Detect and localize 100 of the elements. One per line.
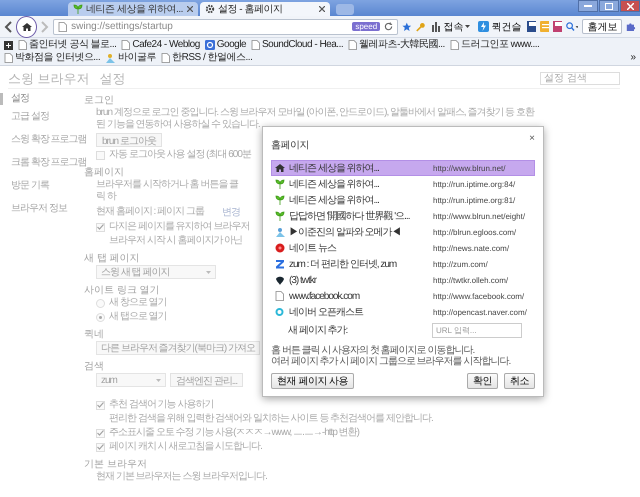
homepage-row[interactable]: 네이트 뉴스 http://news.nate.com/: [271, 240, 535, 256]
maximize-icon: [605, 2, 613, 10]
caret-icon: [206, 270, 211, 274]
google-icon: [204, 40, 215, 50]
caret-icon: [465, 25, 470, 28]
more-bookmarks-button[interactable]: »: [630, 52, 636, 64]
checkbox-label: 다지은 페이지를 유지하여 브라우저: [109, 221, 250, 233]
bookmark-link[interactable]: Cafe24 - Weblog: [121, 39, 200, 51]
homepage-text: 브라우저를 시작하거나 홈 버튼을 클릭 하: [96, 179, 240, 203]
cancel-button[interactable]: 취소: [504, 373, 535, 389]
ring-icon: [275, 307, 285, 317]
menu-button[interactable]: 접속: [429, 20, 472, 34]
bird-icon: [275, 275, 285, 285]
minimize-button[interactable]: [578, 0, 598, 12]
checkbox-label: 페이지 캐치 시 새로고침을 시도합니다.: [109, 441, 262, 453]
brand-title: 스윙 브라우저: [8, 70, 90, 88]
close-button[interactable]: [620, 0, 640, 12]
use-current-page-button[interactable]: 현재 페이지 사용: [271, 373, 354, 389]
sprout-icon: [275, 211, 285, 221]
person-icon: [275, 227, 286, 237]
homepage-row[interactable]: zum : 더 편리한 인터넷, zum http://zum.com/: [271, 256, 535, 272]
star-icon[interactable]: [402, 20, 412, 32]
url-input[interactable]: URL 입력...: [432, 322, 522, 338]
home-icon: [275, 163, 285, 173]
nav-item[interactable]: 설정: [0, 93, 29, 105]
apps-icon[interactable]: [4, 40, 13, 50]
section-title: 검색: [84, 360, 104, 373]
current-homepage-text: 현재 홈페이지 : 페이지 그룹: [96, 206, 204, 218]
page-icon: [251, 40, 260, 50]
puzzle-icon[interactable]: [626, 20, 636, 32]
sprout-icon: [73, 4, 83, 14]
homepage-row[interactable]: www.facebook.com http://www.facebook.com/: [271, 288, 535, 304]
page-icon: [161, 53, 170, 63]
gear-icon: [205, 4, 215, 14]
ok-button[interactable]: 확인: [467, 373, 498, 389]
checkbox[interactable]: [96, 222, 105, 232]
bookmark-link[interactable]: 한RSS / 한얼에스...: [161, 52, 252, 64]
bookmark-link[interactable]: 드러그인포 www....: [450, 39, 540, 51]
dialog-title: 홈페이지: [271, 139, 309, 152]
z-logo-icon: [275, 259, 285, 269]
section-title: 사이트 링크 열기: [84, 284, 160, 297]
bookmark-link[interactable]: 줌인터넷 공식 블로...: [18, 39, 116, 51]
checkbox-label: 추천 검색어 기능 사용하기: [109, 399, 214, 411]
close-icon: [626, 2, 634, 10]
homepage-row[interactable]: 네티즌 세상을 위하여... http://www.blrun.net/: [271, 160, 535, 176]
checkbox[interactable]: [96, 442, 105, 452]
homepage-row[interactable]: ▶이준진의 알파와 오메가◀ http://blrun.egloos.com/: [271, 224, 535, 240]
close-button[interactable]: ×: [529, 133, 535, 144]
section-title: 로그인: [84, 94, 114, 107]
homepage-row[interactable]: 네이버 오픈캐스트 http://opencast.naver.com/: [271, 304, 535, 320]
maximize-button[interactable]: [599, 0, 619, 12]
lightning-icon: [478, 21, 490, 32]
section-title: 기본 브라우저: [84, 458, 147, 471]
browser-tab[interactable]: 네티즌 세상을 위하여...: [68, 2, 198, 16]
close-icon[interactable]: [319, 6, 325, 12]
bookmark-link[interactable]: 바이굴루: [105, 52, 156, 64]
back-button[interactable]: [4, 20, 12, 32]
caret-icon: [156, 378, 161, 382]
page-icon: [58, 22, 68, 32]
page-icon: [121, 40, 130, 50]
bookmark-link[interactable]: SoundCloud - Hea...: [251, 39, 344, 51]
section-title: 홈페이지: [84, 166, 124, 179]
login-text: brun 계정으로 로그인 중입니다. 스윙 브라우저 모바일 (아이폰, 안드로이드), 알툴바에서 알패스, 즐겨찾기 등 호환된 기능을 연동하여 사용하실 수 있습니다.: [96, 107, 536, 131]
chart-icon: [431, 22, 442, 32]
homepage-row[interactable]: (3) twtkr http://twtkr.olleh.com/: [271, 272, 535, 288]
bookmark-link[interactable]: 박화점을 인터넷으...: [4, 52, 100, 64]
section-title: 퀵네: [84, 328, 104, 341]
option-note: 편리한 검색을 위해 입력한 검색어와 일치하는 사이트 등 추천검색어를 제안합니다.: [108, 413, 433, 425]
save-icon[interactable]: [527, 21, 536, 32]
radio-button[interactable]: [96, 312, 105, 322]
dialog-note: 여러 페이지 추가 시 페이지 그룹으로 브라우저를 시작합니다.: [271, 356, 510, 367]
toolbar-button[interactable]: 홈게보: [582, 19, 622, 34]
radio-button[interactable]: [96, 298, 105, 308]
zoom-icon[interactable]: [566, 21, 578, 32]
radio-label: 새 탭으로 열기: [109, 311, 167, 323]
checkbox[interactable]: [96, 400, 105, 410]
add-page-label: 새 페이지 추가:: [288, 324, 348, 337]
checkbox-label: 주소표시줄 오토 수정 기능 사용(ㅈㅈㅈ→www, ㅡ.ㅡ→-http 변환): [109, 427, 360, 439]
home-icon: [22, 22, 32, 32]
checkbox[interactable]: [96, 428, 105, 438]
address-bar[interactable]: swing://settings/startup speed: [53, 18, 398, 34]
toolbar-button[interactable]: 퀵건슬: [476, 20, 524, 34]
homepage-row[interactable]: 네티즌 세상을 위하여... http://run.iptime.org:84/: [271, 176, 535, 192]
homepage-row[interactable]: 답답하면 '開國하다 世界觀 '으... http://www.blrun.net/eight/: [271, 208, 535, 224]
homepage-row[interactable]: 네티즌 세상을 위하여... http://run.iptime.org:81/: [271, 192, 535, 208]
search-field[interactable]: 설정 검색: [540, 72, 620, 85]
radio-label: 새 창으로 열기: [109, 297, 167, 309]
close-icon[interactable]: [187, 6, 193, 12]
dialog-note: 홈 버튼 클릭 시 사용자의 첫 홈페이지로 이동합니다.: [271, 345, 474, 356]
browser-tab[interactable]: 설정 - 홈페이지: [200, 2, 330, 16]
reload-icon[interactable]: [384, 22, 394, 31]
person-icon: [105, 53, 116, 63]
flower-icon: [275, 243, 285, 253]
section-title: 새 탭 페이지: [84, 252, 140, 265]
page-icon: [348, 40, 358, 50]
bookmark-link[interactable]: 웰레파츠-大韓民國...: [348, 39, 445, 51]
page-title: 설정: [100, 70, 126, 88]
home-button[interactable]: [16, 16, 38, 38]
bookmark-link[interactable]: Google: [204, 39, 246, 51]
sprout-icon: [275, 179, 285, 189]
